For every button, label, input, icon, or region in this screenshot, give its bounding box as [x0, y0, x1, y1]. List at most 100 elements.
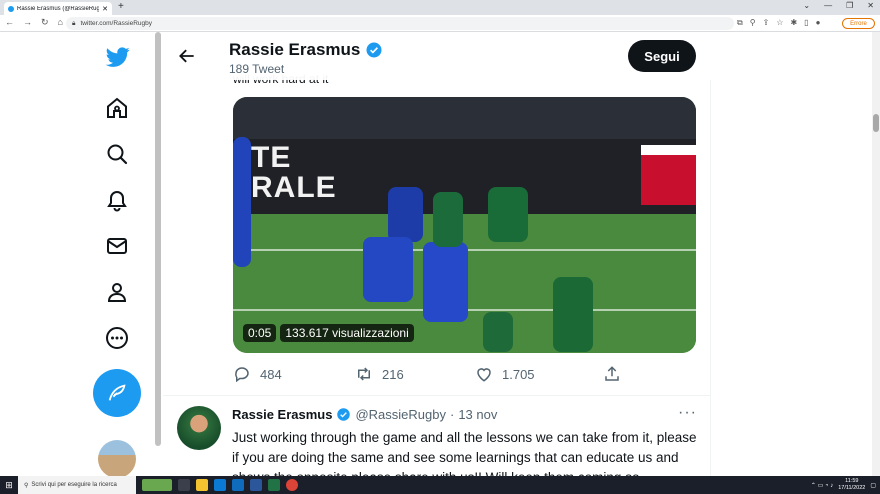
back-nav-icon[interactable]: ← — [5, 17, 14, 28]
more-icon[interactable] — [104, 325, 130, 351]
close-window-icon[interactable]: ✕ — [867, 1, 874, 10]
profile-header: Rassie Erasmus 189 Tweet Segui — [163, 32, 711, 80]
twitter-favicon-icon — [8, 5, 14, 12]
verified-icon — [337, 408, 351, 421]
retweet-button[interactable]: 216 — [355, 365, 404, 383]
chrome-icon[interactable] — [286, 479, 298, 491]
video-overlay: 0:05 133.617 visualizzazioni — [243, 324, 414, 342]
video-duration: 0:05 — [243, 324, 277, 342]
weather-widget-icon[interactable] — [142, 479, 172, 491]
excel-icon[interactable] — [268, 479, 280, 491]
banner-text-line-2: RALE — [251, 171, 337, 204]
video-views: 133.617 visualizzazioni — [280, 324, 414, 342]
messages-icon[interactable] — [104, 233, 130, 259]
banner-text-line-1: TE — [251, 141, 292, 174]
reply-icon — [235, 367, 249, 383]
reply-button[interactable]: 484 — [233, 365, 282, 383]
like-icon — [477, 368, 491, 382]
profile-icon[interactable] — [104, 279, 130, 305]
video-player[interactable]: TE RALE 0:05 133.617 visualizzazioni — [233, 97, 696, 353]
verified-icon — [366, 42, 382, 58]
home-icon[interactable] — [104, 95, 130, 121]
extensions-icon[interactable]: ✱ — [790, 18, 797, 28]
browser-tab[interactable]: Rassie Erasmus (@RassieRugby) ✕ — [4, 2, 112, 15]
search-icon: ⚲ — [24, 482, 29, 489]
player-blue — [363, 237, 413, 302]
player-green — [553, 277, 593, 352]
scrollbar-thumb[interactable] — [873, 114, 879, 132]
red-panel-top — [641, 145, 696, 155]
word-icon[interactable] — [250, 479, 262, 491]
error-button[interactable]: Errore — [842, 18, 875, 29]
main-column: will work hard at it Rassie Erasmus 189 … — [163, 32, 711, 476]
taskbar-search[interactable]: ⚲ Scrivi qui per eseguire la ricerca — [18, 476, 136, 494]
taskbar-apps — [142, 479, 298, 491]
tweet-author-name[interactable]: Rassie Erasmus — [232, 407, 332, 422]
file-explorer-icon[interactable] — [196, 479, 208, 491]
new-tab-icon[interactable]: + — [118, 1, 124, 12]
taskbar-search-text: Scrivi qui per eseguire la ricerca — [31, 482, 117, 488]
tweet-actions: 484 216 1.705 — [233, 365, 703, 385]
profile-name-text: Rassie Erasmus — [229, 40, 361, 59]
outlook-icon[interactable] — [232, 479, 244, 491]
url-text: twitter.com/RassieRugby — [80, 20, 152, 27]
chevron-down-icon[interactable]: ⌄ — [803, 1, 810, 10]
explore-icon[interactable] — [104, 141, 130, 167]
forward-nav-icon[interactable]: → — [23, 17, 32, 28]
system-tray: ⌃ ▭ ◔ ♪ 11:59 17/11/2022 ▢ — [811, 478, 880, 492]
back-arrow-icon[interactable] — [177, 46, 197, 66]
page-scrollbar[interactable] — [872, 32, 880, 476]
compose-tweet-button[interactable] — [93, 369, 141, 417]
player-green — [433, 192, 463, 247]
banner-text: TE RALE — [251, 143, 337, 203]
tweet-separator: · — [449, 407, 455, 422]
player-green — [483, 312, 513, 352]
close-tab-icon[interactable]: ✕ — [102, 5, 108, 13]
clock-date: 17/11/2022 — [838, 485, 866, 491]
address-bar-row: ← → ↻ ⌂ 🔒︎ twitter.com/RassieRugby ⧉ ⚲ ⇪… — [0, 15, 880, 32]
tweet-text: Just working through the game and all th… — [232, 430, 697, 476]
tweet-author-avatar[interactable] — [177, 406, 221, 450]
tab-title: Rassie Erasmus (@RassieRugby) — [17, 5, 100, 12]
reload-icon[interactable]: ↻ — [41, 17, 49, 28]
account-icon[interactable]: ● — [816, 18, 821, 28]
notifications-icon[interactable] — [104, 187, 130, 213]
player-green — [488, 187, 528, 242]
tweet-date[interactable]: 13 nov — [458, 407, 497, 422]
player-blue — [233, 137, 251, 267]
tweet-count: 189 Tweet — [229, 62, 285, 76]
share-page-icon[interactable]: ⇪ — [763, 18, 770, 28]
tray-icons[interactable]: ⌃ ▭ ◔ ♪ — [811, 482, 833, 489]
left-scrollbar[interactable] — [155, 32, 161, 446]
left-navigation — [0, 32, 155, 476]
notification-center-icon[interactable]: ▢ — [870, 482, 876, 489]
windows-taskbar: ⊞ ⚲ Scrivi qui per eseguire la ricerca ⌃… — [0, 476, 880, 494]
like-button[interactable]: 1.705 — [475, 365, 535, 383]
follow-button[interactable]: Segui — [628, 40, 696, 72]
minimize-icon[interactable]: — — [824, 1, 832, 10]
crowd-stand — [233, 97, 696, 142]
edge-icon[interactable] — [214, 479, 226, 491]
url-bar[interactable]: 🔒︎ twitter.com/RassieRugby — [66, 17, 734, 30]
maximize-icon[interactable]: ❐ — [846, 1, 853, 10]
bookmark-star-icon[interactable]: ☆ — [776, 18, 783, 28]
lock-icon: 🔒︎ — [72, 19, 76, 27]
like-count: 1.705 — [502, 366, 535, 382]
install-icon[interactable]: ⧉ — [737, 18, 743, 28]
zoom-icon[interactable]: ⚲ — [750, 18, 756, 28]
user-avatar[interactable] — [98, 440, 136, 476]
window-controls: ⌄ — ❐ ✕ — [803, 1, 874, 10]
share-button[interactable] — [603, 365, 621, 383]
sidepanel-icon[interactable]: ▯ — [804, 18, 808, 28]
more-options-icon[interactable]: ··· — [678, 404, 697, 422]
task-view-icon[interactable] — [178, 479, 190, 491]
clock-time: 11:59 — [845, 478, 859, 484]
twitter-logo-icon[interactable] — [103, 44, 133, 70]
home-nav-icon[interactable]: ⌂ — [58, 17, 63, 28]
tweet[interactable]: Rassie Erasmus @RassieRugby · 13 nov ···… — [163, 396, 711, 476]
clock[interactable]: 11:59 17/11/2022 — [838, 478, 865, 492]
share-icon — [605, 366, 619, 381]
player-blue — [423, 242, 468, 322]
windows-start-icon[interactable]: ⊞ — [0, 476, 18, 494]
tweet-author-handle[interactable]: @RassieRugby — [355, 407, 446, 422]
